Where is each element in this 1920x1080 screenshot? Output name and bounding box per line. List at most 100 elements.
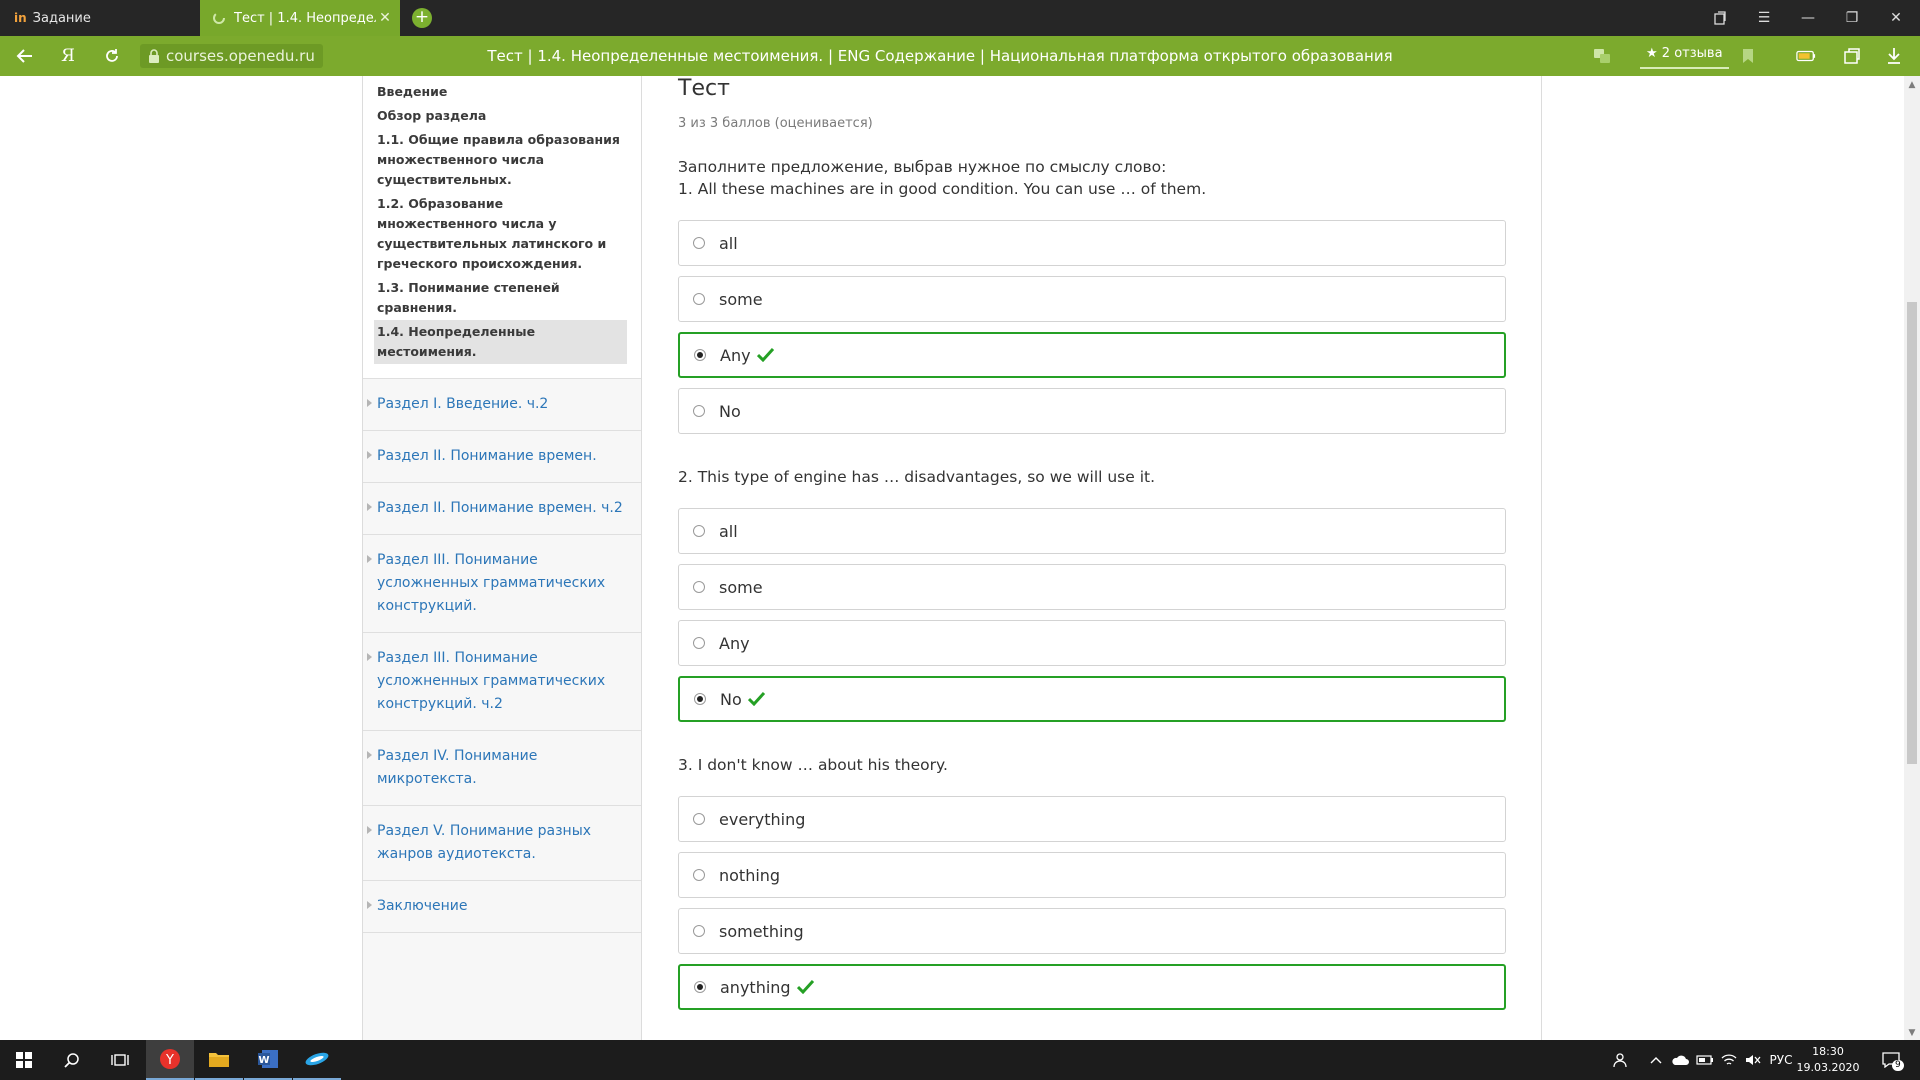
menu-icon[interactable]: ☰: [1742, 0, 1786, 36]
option-label: something: [719, 921, 804, 941]
chapter-link[interactable]: Раздел I. Введение. ч.2: [363, 379, 641, 431]
subsection-1-3[interactable]: 1.3. Понимание степеней сравнения.: [377, 276, 627, 320]
wifi-icon[interactable]: [1718, 1040, 1740, 1080]
test-panel: Тест 3 из 3 баллов (оценивается) Заполни…: [642, 76, 1542, 1040]
question-2-text: 2. This type of engine has … disadvantag…: [678, 468, 1156, 486]
option-label: No: [720, 689, 742, 709]
test-instruction: Заполните предложение, выбрав нужное по …: [678, 158, 1167, 176]
show-hidden-icons-chevron-icon[interactable]: [1646, 1040, 1666, 1080]
chevron-right-icon: [367, 399, 372, 407]
subsection-introduction[interactable]: Введение: [377, 80, 627, 104]
subsection-1-4-active[interactable]: 1.4. Неопределенные местоимения.: [374, 320, 627, 364]
tablo-icon[interactable]: [1842, 46, 1862, 66]
answer-option-correct[interactable]: No: [678, 676, 1506, 722]
app-icon[interactable]: [293, 1040, 341, 1080]
chapter-link[interactable]: Раздел IV. Понимание микротекста.: [363, 731, 641, 806]
search-icon[interactable]: [48, 1040, 96, 1080]
address-bar: Я courses.openedu.ru Тест | 1.4. Неопред…: [0, 36, 1920, 76]
chapter-link[interactable]: Раздел III. Понимание усложненных грамма…: [363, 633, 641, 731]
clock-date: 19.03.2020: [1796, 1061, 1860, 1074]
answer-option[interactable]: all: [678, 220, 1506, 266]
scroll-down-icon[interactable]: ▼: [1907, 1028, 1917, 1038]
system-clock[interactable]: 18:30 19.03.2020: [1790, 1044, 1866, 1076]
answer-option[interactable]: all: [678, 508, 1506, 554]
answer-option[interactable]: No: [678, 388, 1506, 434]
subsection-1-2[interactable]: 1.2. Образование множественного числа у …: [377, 192, 627, 276]
option-label: everything: [719, 809, 806, 829]
url-field[interactable]: courses.openedu.ru: [140, 44, 323, 68]
checkmark-icon: [756, 348, 774, 362]
answer-option-correct[interactable]: Any: [678, 332, 1506, 378]
option-label: all: [719, 233, 738, 253]
answer-option[interactable]: everything: [678, 796, 1506, 842]
battery-saver-icon[interactable]: [1796, 46, 1816, 66]
subsection-overview[interactable]: Обзор раздела: [377, 104, 627, 128]
bookmark-icon[interactable]: [1738, 46, 1758, 66]
svg-text:Y: Y: [165, 1053, 174, 1068]
option-label: anything: [720, 977, 791, 997]
radio-button[interactable]: [693, 813, 705, 825]
answer-option[interactable]: some: [678, 564, 1506, 610]
people-icon[interactable]: [1606, 1040, 1636, 1080]
chapter-link[interactable]: Раздел V. Понимание разных жанров аудиот…: [363, 806, 641, 881]
refresh-icon[interactable]: [92, 36, 132, 76]
answer-option[interactable]: nothing: [678, 852, 1506, 898]
yandex-browser-icon[interactable]: Y: [146, 1040, 194, 1080]
restore-icon[interactable]: ❐: [1830, 0, 1874, 36]
tab-zadanie[interactable]: in Задание: [0, 0, 200, 36]
option-label: Any: [719, 633, 750, 653]
onedrive-cloud-icon[interactable]: [1668, 1040, 1692, 1080]
radio-button-selected[interactable]: [694, 349, 706, 361]
tab-test[interactable]: Тест | 1.4. Неопределе ✕: [200, 0, 400, 36]
radio-button[interactable]: [693, 869, 705, 881]
question-1-text: 1. All these machines are in good condit…: [678, 180, 1207, 198]
yandex-logo-icon[interactable]: Я: [48, 36, 88, 76]
chapter-link[interactable]: Раздел III. Понимание усложненных грамма…: [363, 535, 641, 633]
loading-spinner-icon: [213, 12, 225, 24]
volume-muted-icon[interactable]: [1742, 1040, 1764, 1080]
radio-button[interactable]: [693, 237, 705, 249]
radio-button[interactable]: [693, 637, 705, 649]
lock-icon: [149, 49, 159, 63]
minimize-icon[interactable]: —: [1786, 0, 1830, 36]
file-explorer-icon[interactable]: [195, 1040, 243, 1080]
tab-title: Задание: [32, 10, 91, 26]
chapter-link[interactable]: Раздел II. Понимание времен. ч.2: [363, 483, 641, 535]
battery-icon[interactable]: [1694, 1040, 1716, 1080]
answer-option[interactable]: Any: [678, 620, 1506, 666]
clock-time: 18:30: [1812, 1045, 1844, 1058]
task-view-icon[interactable]: [96, 1040, 144, 1080]
word-icon[interactable]: W: [244, 1040, 292, 1080]
radio-button[interactable]: [693, 581, 705, 593]
new-tab-button[interactable]: +: [412, 8, 432, 28]
collections-icon[interactable]: [1698, 0, 1742, 36]
chevron-right-icon: [367, 555, 372, 563]
windows-start-icon[interactable]: [0, 1040, 48, 1080]
radio-button[interactable]: [693, 293, 705, 305]
answer-option[interactable]: some: [678, 276, 1506, 322]
back-arrow-icon[interactable]: [4, 36, 44, 76]
close-tab-icon[interactable]: ✕: [376, 10, 394, 26]
page-title: Тест | 1.4. Неопределенные местоимения. …: [487, 47, 1393, 65]
notifications-icon[interactable]: 9: [1876, 1040, 1906, 1080]
answer-option-correct[interactable]: anything: [678, 964, 1506, 1010]
browser-tab-strip: in Задание Тест | 1.4. Неопределе ✕ + ☰ …: [0, 0, 1920, 36]
chapter-link[interactable]: Раздел II. Понимание времен.: [363, 431, 641, 483]
download-icon[interactable]: [1884, 46, 1904, 66]
answer-option[interactable]: something: [678, 908, 1506, 954]
radio-button[interactable]: [693, 525, 705, 537]
radio-button-selected[interactable]: [694, 981, 706, 993]
tab-title: Тест | 1.4. Неопределе: [234, 10, 376, 26]
reviews-button[interactable]: ★ 2 отзыва: [1640, 43, 1729, 69]
radio-button-selected[interactable]: [694, 693, 706, 705]
radio-button[interactable]: [693, 405, 705, 417]
close-window-icon[interactable]: ✕: [1874, 0, 1918, 36]
chevron-right-icon: [367, 653, 372, 661]
subsection-1-1[interactable]: 1.1. Общие правила образования множестве…: [377, 128, 627, 192]
test-score: 3 из 3 баллов (оценивается): [678, 116, 873, 131]
translate-icon[interactable]: [1592, 46, 1612, 66]
chapter-link[interactable]: Заключение: [363, 881, 641, 933]
radio-button[interactable]: [693, 925, 705, 937]
scroll-up-icon[interactable]: ▲: [1907, 80, 1917, 90]
scrollbar-thumb[interactable]: [1907, 302, 1917, 764]
